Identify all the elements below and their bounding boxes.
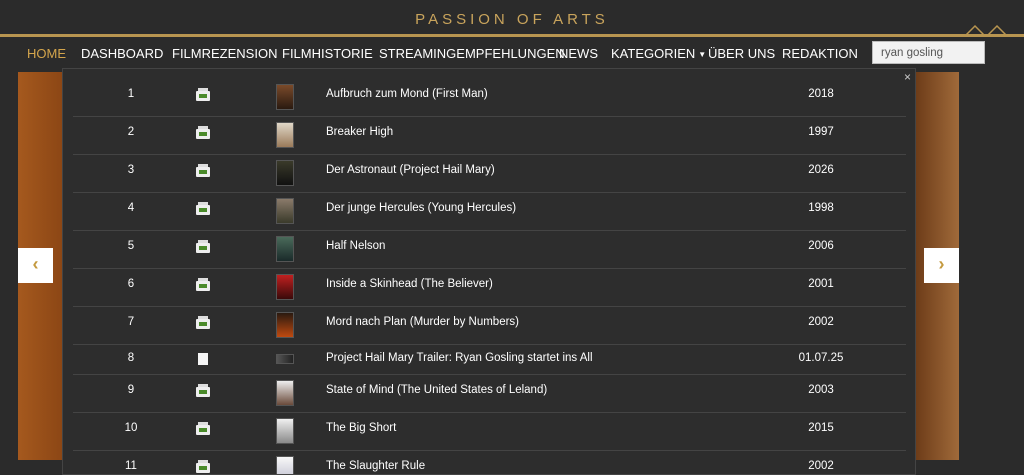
poster-thumbnail <box>276 122 294 148</box>
search-results-dropdown: × 1 Aufbruch zum Mond (First Man) 2018 2… <box>62 68 916 475</box>
poster-thumbnail <box>276 456 294 474</box>
result-title[interactable]: State of Mind (The United States of Lela… <box>326 384 547 396</box>
result-year: 2018 <box>808 88 834 100</box>
film-icon <box>196 164 210 177</box>
film-icon <box>196 460 210 473</box>
result-row[interactable]: 10 The Big Short 2015 <box>73 413 906 451</box>
result-year: 2015 <box>808 422 834 434</box>
result-year: 2002 <box>808 460 834 472</box>
result-title[interactable]: The Big Short <box>326 422 396 434</box>
nav-item-home[interactable]: HOME <box>27 46 66 61</box>
result-row[interactable]: 5 Half Nelson 2006 <box>73 231 906 269</box>
poster-thumbnail <box>276 236 294 262</box>
result-number: 5 <box>127 240 135 252</box>
nav-item-filmhistorie[interactable]: FILMHISTORIE <box>282 46 373 61</box>
search-input[interactable] <box>872 41 985 64</box>
result-year: 2003 <box>808 384 834 396</box>
result-number: 6 <box>127 278 135 290</box>
poster-thumbnail <box>276 380 294 406</box>
result-row[interactable]: 1 Aufbruch zum Mond (First Man) 2018 <box>73 78 906 117</box>
slider-prev-button[interactable]: ‹ <box>18 248 53 283</box>
chevron-down-icon: ▼ <box>698 50 707 60</box>
film-icon <box>196 240 210 253</box>
result-year: 2006 <box>808 240 834 252</box>
result-title[interactable]: Project Hail Mary Trailer: Ryan Gosling … <box>326 352 593 364</box>
result-row[interactable]: 8 Project Hail Mary Trailer: Ryan Goslin… <box>73 345 906 375</box>
result-number: 1 <box>127 88 135 100</box>
nav-item-ueber-uns[interactable]: ÜBER UNS <box>708 46 775 61</box>
result-title[interactable]: Breaker High <box>326 126 393 138</box>
result-title[interactable]: Mord nach Plan (Murder by Numbers) <box>326 316 519 328</box>
article-thumbnail <box>276 354 294 364</box>
result-row[interactable]: 3 Der Astronaut (Project Hail Mary) 2026 <box>73 155 906 193</box>
site-header: PASSION OF ARTS <box>0 0 1024 36</box>
result-row[interactable]: 11 The Slaughter Rule 2002 <box>73 451 906 474</box>
result-row[interactable]: 4 Der junge Hercules (Young Hercules) 19… <box>73 193 906 231</box>
result-year: 2001 <box>808 278 834 290</box>
nav-item-dashboard[interactable]: DASHBOARD <box>81 46 163 61</box>
poster-thumbnail <box>276 160 294 186</box>
result-row[interactable]: 2 Breaker High 1997 <box>73 117 906 155</box>
result-year: 1998 <box>808 202 834 214</box>
poster-thumbnail <box>276 84 294 110</box>
result-number: 7 <box>127 316 135 328</box>
result-number: 10 <box>124 422 138 434</box>
nav-item-news[interactable]: NEWS <box>559 46 598 61</box>
result-year: 2002 <box>808 316 834 328</box>
film-icon <box>196 126 210 139</box>
result-title[interactable]: Der junge Hercules (Young Hercules) <box>326 202 516 214</box>
film-icon <box>196 316 210 329</box>
main-nav: HOME DASHBOARD FILMREZENSION FILMHISTORI… <box>0 37 1024 69</box>
result-title[interactable]: The Slaughter Rule <box>326 460 425 472</box>
slider-next-button[interactable]: › <box>924 248 959 283</box>
document-icon <box>198 353 208 365</box>
result-row[interactable]: 9 State of Mind (The United States of Le… <box>73 375 906 413</box>
nav-item-kategorien-label: KATEGORIEN <box>611 46 696 61</box>
result-number: 3 <box>127 164 135 176</box>
result-title[interactable]: Half Nelson <box>326 240 385 252</box>
poster-thumbnail <box>276 274 294 300</box>
result-number: 2 <box>127 126 135 138</box>
result-row[interactable]: 7 Mord nach Plan (Murder by Numbers) 200… <box>73 307 906 345</box>
result-title[interactable]: Aufbruch zum Mond (First Man) <box>326 88 488 100</box>
poster-thumbnail <box>276 198 294 224</box>
result-date: 01.07.25 <box>798 352 844 364</box>
nav-item-kategorien[interactable]: KATEGORIEN ▼ <box>611 46 706 61</box>
result-row[interactable]: 6 Inside a Skinhead (The Believer) 2001 <box>73 269 906 307</box>
result-title[interactable]: Inside a Skinhead (The Believer) <box>326 278 493 290</box>
result-number: 9 <box>127 384 135 396</box>
nav-item-streamingempfehlungen[interactable]: STREAMINGEMPFEHLUNGEN <box>379 46 565 61</box>
film-icon <box>196 88 210 101</box>
result-number: 11 <box>125 460 137 472</box>
result-title[interactable]: Der Astronaut (Project Hail Mary) <box>326 164 495 176</box>
result-year: 2026 <box>808 164 834 176</box>
result-number: 8 <box>127 352 135 364</box>
poster-thumbnail <box>276 312 294 338</box>
nav-item-filmrezension[interactable]: FILMREZENSION <box>172 46 277 61</box>
film-icon <box>196 202 210 215</box>
nav-item-redaktion[interactable]: REDAKTION <box>782 46 858 61</box>
film-icon <box>196 384 210 397</box>
film-icon <box>196 278 210 291</box>
site-logo[interactable]: PASSION OF ARTS <box>0 11 1024 28</box>
poster-thumbnail <box>276 418 294 444</box>
result-number: 4 <box>127 202 135 214</box>
film-icon <box>196 422 210 435</box>
result-year: 1997 <box>808 126 834 138</box>
